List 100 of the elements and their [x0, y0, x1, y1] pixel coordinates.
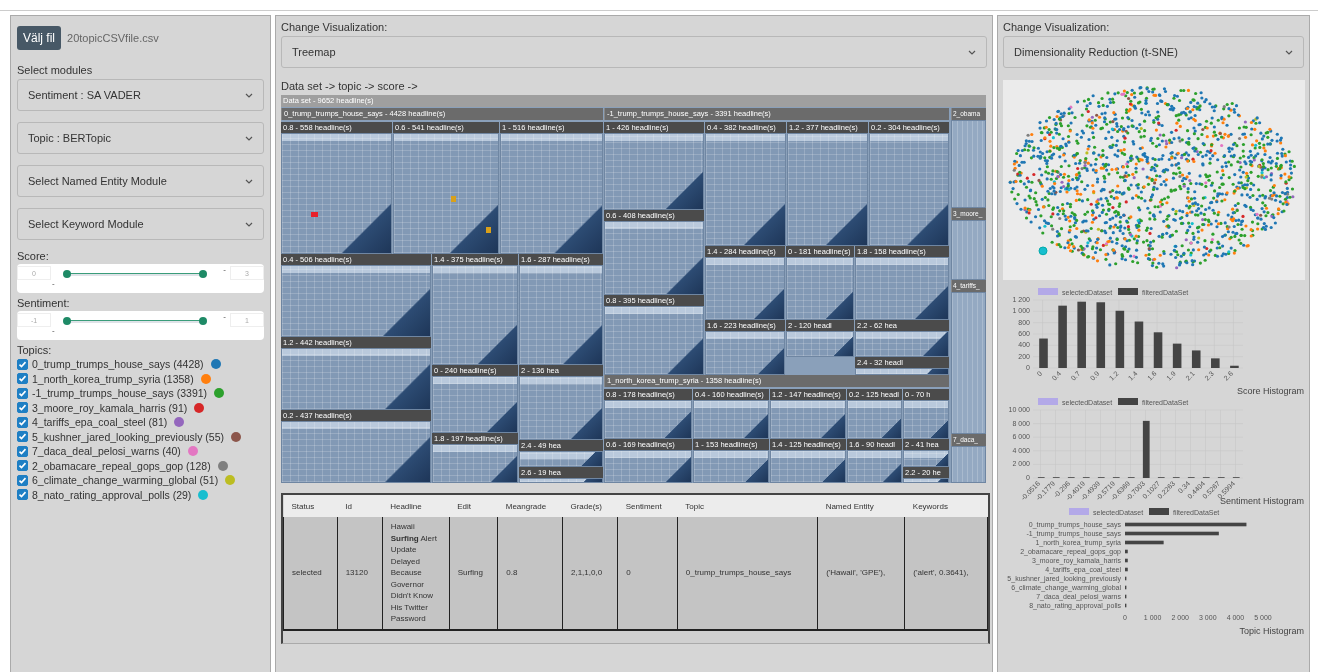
bar [1125, 567, 1128, 572]
checkbox[interactable] [17, 445, 28, 457]
chevron-icon [968, 49, 976, 55]
treemap-cell[interactable] [903, 450, 949, 467]
checkbox[interactable] [17, 489, 28, 500]
treemap-cell[interactable] [281, 421, 431, 483]
treemap-cell[interactable] [281, 133, 392, 254]
treemap-cell[interactable] [432, 376, 518, 433]
treemap-cell[interactable] [705, 331, 785, 375]
breadcrumb: Data set -> topic -> score -> [281, 80, 419, 92]
slider-handle[interactable] [199, 317, 208, 325]
bar [1039, 338, 1048, 368]
treemap-cell[interactable] [693, 400, 769, 439]
topic-label: 8_nato_rating_approval_polls (29) [32, 488, 192, 501]
treemap-cell[interactable] [847, 400, 902, 439]
treemap-cell[interactable] [786, 257, 854, 320]
table-cell: selected [292, 568, 322, 577]
treemap-cell[interactable] [770, 400, 846, 439]
bar [1096, 302, 1106, 368]
treemap-cell[interactable] [705, 257, 785, 320]
treemap-cell[interactable] [855, 368, 949, 375]
treemap-cell[interactable] [519, 478, 603, 483]
column-header[interactable]: Named Entity [817, 495, 905, 517]
visualization-dropdown[interactable]: Dimensionality Reduction (t-SNE) [1003, 36, 1304, 68]
bar [1230, 365, 1239, 368]
slider-handle[interactable] [63, 317, 71, 325]
marker-icon [311, 212, 318, 217]
checkbox[interactable] [17, 431, 28, 442]
column-header[interactable]: Meangrade [497, 495, 563, 517]
treemap-cell[interactable] [847, 450, 902, 483]
treemap-cell[interactable] [604, 450, 692, 483]
topic-label: 6_climate_change_warming_global (51) [32, 474, 219, 486]
treemap-cell[interactable] [604, 400, 692, 439]
treemap-cell[interactable] [281, 265, 431, 337]
treemap-cell[interactable] [519, 376, 603, 440]
treemap-cell[interactable] [951, 220, 986, 280]
treemap-cell[interactable] [951, 120, 986, 208]
module-dropdown[interactable]: Topic : BERTopic [17, 122, 264, 154]
table-cell: ('alert', 0.3641), [913, 568, 969, 577]
checkbox[interactable] [17, 358, 28, 370]
chart-title: Score Histogram [1236, 386, 1304, 396]
treemap-cell[interactable] [855, 331, 949, 357]
treemap-cell[interactable] [903, 478, 949, 483]
choose-file-button[interactable]: Välj fil [17, 26, 61, 50]
bar [1115, 310, 1125, 368]
slider-handle[interactable] [63, 270, 71, 278]
treemap-cell[interactable] [951, 292, 986, 434]
column-header[interactable]: Sentiment [617, 495, 678, 517]
table-cell: ('Hawaii', 'GPE'), [826, 568, 886, 577]
module-dropdown[interactable]: Select Named Entity Module [17, 165, 264, 197]
table-cell: Hawaii Surfing Alert Update Delayed Because Governor Didn't Know His Twitter Password [390, 522, 437, 623]
checkbox[interactable] [17, 402, 28, 413]
column-header[interactable]: Headline [382, 495, 450, 517]
column-header[interactable]: Edit [449, 495, 498, 517]
checkbox[interactable] [17, 416, 28, 428]
checkbox[interactable] [17, 387, 28, 399]
treemap-cell[interactable] [787, 133, 868, 246]
treemap-cell[interactable] [903, 400, 949, 439]
treemap-cell[interactable] [519, 265, 603, 365]
treemap-cell[interactable] [604, 133, 704, 210]
treemap-cell[interactable] [281, 348, 431, 410]
treemap-cell[interactable] [869, 133, 949, 246]
column-header[interactable]: Keywords [904, 495, 988, 517]
treemap-cell[interactable] [770, 450, 846, 483]
viz-label: Change Visualization: [1003, 21, 1111, 33]
column-header[interactable]: Id [337, 495, 383, 517]
checkbox[interactable] [17, 373, 28, 384]
checkbox[interactable] [17, 460, 28, 471]
column-header[interactable]: Status [283, 495, 338, 517]
table-cell: 2,1,1,0,0 [570, 568, 603, 577]
column-header[interactable]: Topic [677, 495, 818, 517]
treemap-cell[interactable] [604, 221, 704, 295]
module-dropdown[interactable]: Sentiment : SA VADER [17, 79, 264, 111]
treemap-cell[interactable] [519, 451, 603, 467]
visualization-dropdown[interactable]: Treemap [281, 36, 987, 68]
treemap-cell[interactable] [604, 306, 704, 375]
scatter-plot-drawing[interactable] [1003, 80, 1305, 280]
treemap-cell[interactable] [855, 257, 949, 320]
chevron-icon [245, 178, 253, 184]
section-label: Select modules [17, 64, 94, 76]
treemap-cell[interactable] [951, 446, 986, 483]
bar [1125, 558, 1128, 563]
column-header[interactable]: Grade(s) [562, 495, 618, 517]
treemap-cell[interactable] [705, 133, 786, 246]
treemap-cell[interactable] [786, 331, 854, 357]
treemap-cell[interactable] [693, 450, 769, 483]
file-name: 20topicCSVfile.csv [67, 32, 159, 44]
checkbox[interactable] [17, 474, 28, 486]
slider-handle[interactable] [199, 270, 208, 278]
treemap-cell[interactable] [432, 444, 518, 483]
treemap-cell[interactable] [432, 265, 518, 365]
slider-label: Sentiment: [17, 297, 71, 309]
section-label: Topics: [17, 344, 53, 356]
table-row[interactable]: selected 13120 Hawaii Surfing Alert Update Delayed Because Governor Didn't Know His Twitter Password Surfing 0.8 2,1,1,0,0 0 0_trump_trumps_house_says ('Hawaii', 'GPE'), ('alert', 0.3641), [283, 517, 988, 630]
module-dropdown[interactable]: Select Keyword Module [17, 208, 264, 240]
bar [1058, 305, 1067, 368]
table-cell: 13120 [345, 568, 368, 577]
treemap-cell[interactable] [500, 133, 603, 254]
treemap-cell[interactable] [393, 133, 499, 254]
chevron-icon [245, 92, 253, 98]
